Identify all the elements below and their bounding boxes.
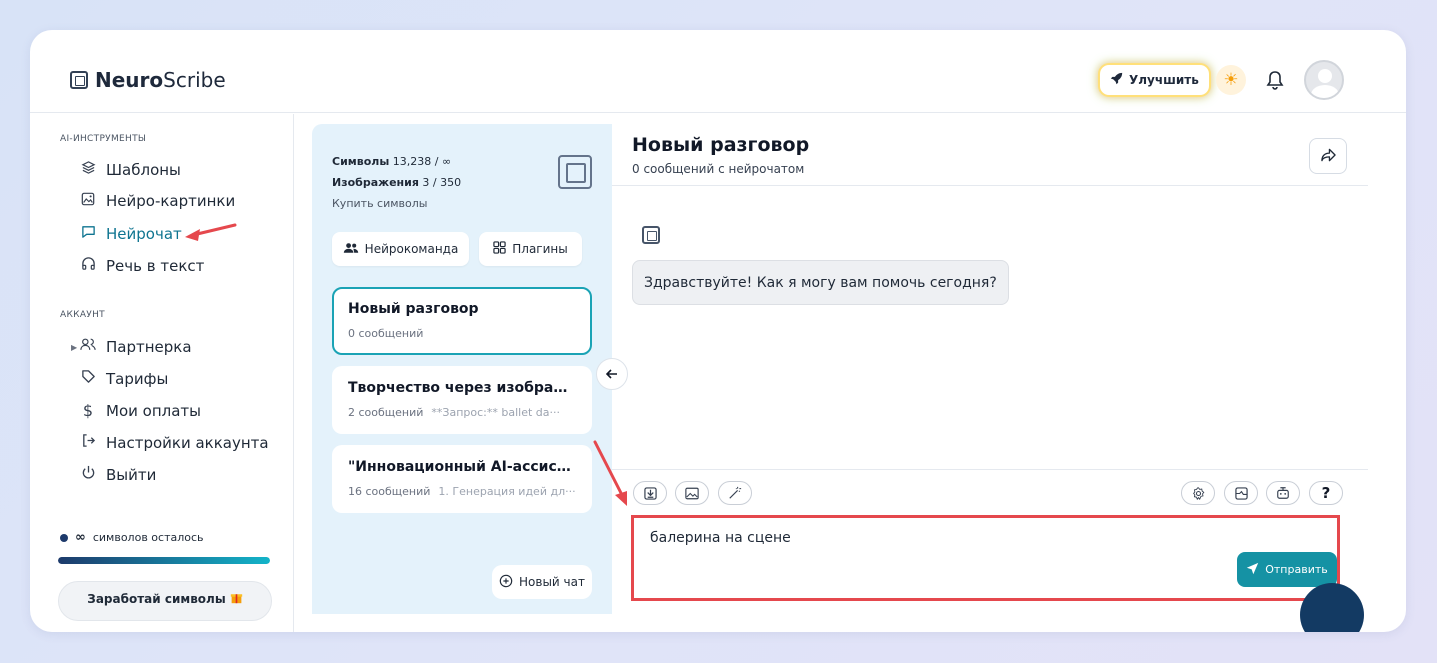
power-icon bbox=[80, 465, 96, 484]
team-icon bbox=[343, 242, 359, 257]
sidebar-item-payments[interactable]: $ Мои оплаты bbox=[80, 401, 201, 420]
logo-icon bbox=[70, 71, 88, 89]
top-header: NeuroScribe Улучшить ☀ bbox=[30, 30, 1406, 113]
brand-logo-icon bbox=[558, 155, 592, 189]
dollar-icon: $ bbox=[82, 401, 94, 420]
earn-symbols-button[interactable]: Заработай символы bbox=[58, 581, 272, 621]
avatar[interactable] bbox=[1304, 60, 1344, 100]
bell-icon[interactable] bbox=[1263, 67, 1287, 93]
gift-icon bbox=[230, 591, 243, 607]
help-icon[interactable]: ? bbox=[1309, 481, 1343, 505]
sidebar: AI-ИНСТРУМЕНТЫ Шаблоны Нейро-картинки Не… bbox=[30, 114, 294, 632]
upgrade-button[interactable]: Улучшить bbox=[1100, 65, 1209, 95]
chat-list-item[interactable]: Творчество через изображ··· 2 сообщений *… bbox=[332, 366, 592, 434]
buy-symbols-link[interactable]: Купить символы bbox=[332, 193, 461, 214]
chat-subtitle: 0 сообщений с нейрочатом bbox=[632, 162, 805, 176]
image-icon[interactable] bbox=[675, 481, 709, 505]
upload-file-icon[interactable] bbox=[633, 481, 667, 505]
neuroteam-button[interactable]: Нейрокоманда bbox=[332, 232, 469, 266]
image-icon bbox=[80, 192, 96, 210]
sidebar-item-templates[interactable]: Шаблоны bbox=[80, 160, 181, 179]
theme-toggle-sun-icon[interactable]: ☀ bbox=[1216, 65, 1246, 95]
users-icon bbox=[80, 337, 96, 356]
robot-icon[interactable] bbox=[1266, 481, 1300, 505]
progress-fill bbox=[58, 557, 270, 564]
plugins-button[interactable]: Плагины bbox=[479, 232, 582, 266]
share-arrow-icon bbox=[1320, 147, 1336, 166]
upgrade-label: Улучшить bbox=[1129, 73, 1199, 87]
chat-title: Новый разговор bbox=[632, 134, 810, 156]
sidebar-item-account-settings[interactable]: Настройки аккаунта bbox=[80, 433, 269, 452]
section-title-account: АККАУНТ bbox=[60, 310, 105, 320]
section-title-ai-tools: AI-ИНСТРУМЕНТЫ bbox=[60, 134, 147, 144]
assistant-message: Здравствуйте! Как я могу вам помочь сего… bbox=[632, 260, 1009, 305]
sidebar-item-logout[interactable]: Выйти bbox=[80, 465, 156, 484]
caret-right-icon[interactable]: ▶ bbox=[71, 343, 77, 352]
chat-list-item[interactable]: "Инновационный AI-ассист··· 16 сообщений… bbox=[332, 445, 592, 513]
headphones-icon bbox=[80, 256, 96, 275]
chat-list-item-selected[interactable]: Новый разговор 0 сообщений bbox=[332, 287, 592, 355]
plus-circle-icon bbox=[499, 574, 513, 591]
collapse-panel-arrow-left-icon[interactable] bbox=[596, 358, 628, 390]
sidebar-item-neurochat[interactable]: Нейрочат bbox=[80, 224, 182, 243]
remaining-label: символов осталось bbox=[92, 531, 204, 544]
sidebar-item-speech-to-text[interactable]: Речь в текст bbox=[80, 256, 204, 275]
send-arrow-icon bbox=[1246, 562, 1259, 578]
settings-gear-icon[interactable] bbox=[1181, 481, 1215, 505]
symbols-progress-bar bbox=[58, 557, 270, 564]
symbols-remaining: ∞ символов осталось bbox=[60, 530, 204, 545]
status-dot bbox=[60, 533, 68, 542]
logo-text: NeuroScribe bbox=[95, 68, 226, 92]
message-input[interactable]: балерина на сцене bbox=[650, 530, 791, 546]
message-composer[interactable]: балерина на сцене Отправить bbox=[631, 515, 1340, 601]
usage-stats: Символы 13,238 / ∞ Изображения 3 / 350 К… bbox=[332, 151, 461, 214]
login-icon bbox=[80, 433, 96, 452]
sidebar-item-neuro-images[interactable]: Нейро-картинки bbox=[80, 192, 235, 210]
images-value: 3 / 350 bbox=[422, 176, 462, 189]
magic-wand-icon[interactable] bbox=[718, 481, 752, 505]
tag-icon bbox=[80, 369, 96, 388]
bot-logo-icon bbox=[642, 226, 660, 244]
annotation-arrow-composer-head bbox=[615, 491, 627, 506]
share-button[interactable] bbox=[1309, 138, 1347, 174]
symbols-value: 13,238 / ∞ bbox=[392, 155, 452, 168]
send-button[interactable]: Отправить bbox=[1237, 552, 1337, 587]
infinity-symbol: ∞ bbox=[75, 530, 86, 545]
support-chat-bubble[interactable] bbox=[1300, 583, 1364, 632]
chat-list-panel: Символы 13,238 / ∞ Изображения 3 / 350 К… bbox=[312, 124, 612, 614]
app-window: NeuroScribe Улучшить ☀ AI-ИНСТРУМЕНТЫ Ша… bbox=[30, 30, 1406, 632]
layers-icon bbox=[80, 160, 96, 179]
logo[interactable]: NeuroScribe bbox=[70, 68, 226, 92]
layout-icon[interactable] bbox=[1224, 481, 1258, 505]
grid-icon bbox=[493, 241, 506, 257]
chat-icon bbox=[80, 224, 96, 243]
sidebar-item-tariffs[interactable]: Тарифы bbox=[80, 369, 168, 388]
rocket-icon bbox=[1110, 72, 1123, 88]
toolbar-divider bbox=[612, 469, 1368, 470]
sidebar-item-partner[interactable]: Партнерка bbox=[80, 337, 192, 356]
new-chat-button[interactable]: Новый чат bbox=[492, 565, 592, 599]
chat-header: Новый разговор 0 сообщений с нейрочатом bbox=[612, 124, 1368, 186]
